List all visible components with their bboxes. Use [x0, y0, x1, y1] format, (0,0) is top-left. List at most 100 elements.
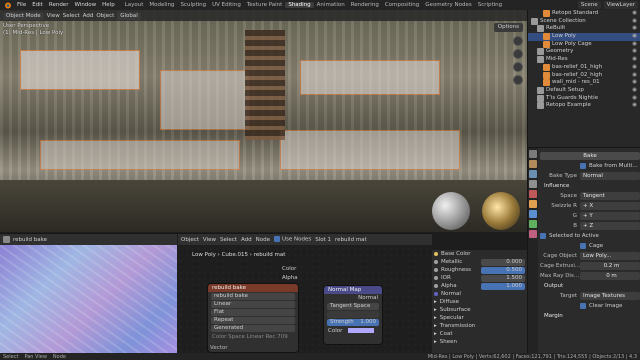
- image-icon[interactable]: [3, 236, 10, 243]
- node-menu-add[interactable]: Add: [241, 237, 252, 243]
- menu-render[interactable]: Render: [46, 2, 72, 8]
- cage-object-field[interactable]: Low Poly...: [580, 252, 640, 260]
- bsdf-input-value[interactable]: 0.000: [481, 258, 525, 266]
- cage-extrusion-field[interactable]: 0.2 m: [580, 262, 640, 270]
- blender-logo-icon[interactable]: [2, 1, 12, 9]
- visibility-eye-icon[interactable]: ◉: [632, 102, 637, 110]
- outliner-row[interactable]: wall_mid - res_01 ◉: [528, 79, 640, 87]
- shader-node-editor[interactable]: Object View Select Add Node Use Nodes Sl…: [178, 233, 432, 353]
- visibility-eye-icon[interactable]: ◉: [632, 72, 637, 80]
- visibility-eye-icon[interactable]: ◉: [632, 18, 637, 26]
- render-tab-icon[interactable]: [529, 160, 537, 168]
- projection-dropdown[interactable]: Flat: [211, 309, 295, 316]
- zoom-icon[interactable]: [513, 36, 523, 46]
- strength-slider[interactable]: Strength 1.000: [327, 319, 379, 326]
- outliner-row[interactable]: T'is Guards Nightie ◉: [528, 94, 640, 103]
- view-layer-selector[interactable]: ViewLayer: [603, 1, 638, 9]
- data-tab-icon[interactable]: [529, 220, 537, 228]
- socket-icon[interactable]: [434, 252, 438, 256]
- viewport-menu-add[interactable]: Add: [83, 13, 94, 19]
- socket-icon[interactable]: [434, 276, 438, 280]
- visibility-eye-icon[interactable]: ◉: [632, 79, 637, 87]
- outliner-row[interactable]: ReBuilt ◉: [528, 25, 640, 33]
- outliner-row[interactable]: bas-relief_02_high ◉: [528, 71, 640, 80]
- use-nodes-checkbox[interactable]: [273, 236, 280, 243]
- uv-map-field[interactable]: [327, 311, 379, 318]
- 3d-viewport[interactable]: Object Mode View Select Add Object Globa…: [0, 10, 527, 232]
- node-menu-node[interactable]: Node: [256, 237, 270, 243]
- image-texture-node[interactable]: rebuild bake rebuild bake Linear Flat Re…: [208, 284, 298, 352]
- bsdf-input-row[interactable]: Base Color: [432, 250, 527, 258]
- pan-hand-icon[interactable]: [513, 49, 523, 59]
- outliner-row[interactable]: Retopo Standard ◉: [528, 10, 640, 18]
- normal-map-node[interactable]: Normal Map Normal Tangent Space Strength…: [324, 286, 382, 344]
- visibility-eye-icon[interactable]: ◉: [632, 41, 637, 49]
- outliner-row[interactable]: Low Poly ◉: [528, 33, 640, 41]
- extension-dropdown[interactable]: Repeat: [211, 317, 295, 324]
- socket-icon[interactable]: [434, 292, 438, 296]
- object-mode-dropdown[interactable]: Object Mode: [3, 11, 44, 20]
- outliner-row[interactable]: Default Setup ◉: [528, 86, 640, 95]
- node-menu-select[interactable]: Select: [220, 237, 237, 243]
- material-tab-icon[interactable]: [529, 230, 537, 238]
- viewport-menu-view[interactable]: View: [47, 13, 60, 19]
- target-dropdown[interactable]: Image Textures: [580, 292, 640, 300]
- workspace-tab-sculpting[interactable]: Sculpting: [177, 2, 209, 8]
- viewport-menu-select[interactable]: Select: [63, 13, 80, 19]
- material-selector[interactable]: rebuild mat: [335, 237, 367, 243]
- scene-selector[interactable]: Scene: [577, 1, 601, 9]
- bsdf-input-value[interactable]: 0.500: [481, 266, 525, 274]
- bake-from-multires-checkbox[interactable]: [580, 163, 586, 169]
- menu-window[interactable]: Window: [71, 2, 99, 8]
- socket-icon[interactable]: [434, 284, 438, 288]
- output-tab-icon[interactable]: [529, 170, 537, 178]
- workspace-tab-compositing[interactable]: Compositing: [382, 2, 422, 8]
- bsdf-subpanel-header[interactable]: ▸ Diffuse: [432, 298, 527, 306]
- visibility-eye-icon[interactable]: ◉: [632, 95, 637, 103]
- visibility-eye-icon[interactable]: ◉: [632, 64, 637, 72]
- max-ray-distance-field[interactable]: 0 m: [580, 272, 640, 280]
- workspace-tab-texture-paint[interactable]: Texture Paint: [244, 2, 286, 8]
- grid-icon[interactable]: [513, 75, 523, 85]
- workspace-tab-scripting[interactable]: Scripting: [475, 2, 505, 8]
- object-tab-icon[interactable]: [529, 200, 537, 208]
- color-space-value[interactable]: Linear Rec.709: [247, 334, 288, 340]
- visibility-eye-icon[interactable]: ◉: [632, 25, 637, 33]
- swizzle-b-dropdown[interactable]: + Z: [580, 222, 640, 230]
- workspace-tab-shading[interactable]: Shading: [285, 2, 314, 8]
- source-dropdown[interactable]: Generated: [211, 325, 295, 332]
- bsdf-subpanel-header[interactable]: ▸ Sheen: [432, 338, 527, 346]
- socket-icon[interactable]: [434, 268, 438, 272]
- image-name-field[interactable]: rebuild bake: [13, 237, 47, 243]
- outliner-row[interactable]: Scene Collection ◉: [528, 17, 640, 26]
- interpolation-dropdown[interactable]: Linear: [211, 301, 295, 308]
- visibility-eye-icon[interactable]: ◉: [632, 56, 637, 64]
- bake-type-dropdown[interactable]: Normal: [580, 172, 640, 180]
- workspace-tab-layout[interactable]: Layout: [122, 2, 147, 8]
- margin-section-header[interactable]: Margin: [540, 313, 563, 319]
- bsdf-subpanel-header[interactable]: ▸ Subsurface: [432, 306, 527, 314]
- visibility-eye-icon[interactable]: ◉: [632, 48, 637, 56]
- bsdf-input-row[interactable]: Metallic 0.000: [432, 258, 527, 266]
- menu-edit[interactable]: Edit: [29, 2, 46, 8]
- color-swatch[interactable]: [348, 328, 375, 333]
- menu-file[interactable]: File: [14, 2, 29, 8]
- visibility-eye-icon[interactable]: ◉: [632, 33, 637, 41]
- workspace-tab-geometry-nodes[interactable]: Geometry Nodes: [422, 2, 474, 8]
- socket-icon[interactable]: [434, 260, 438, 264]
- swizzle-r-dropdown[interactable]: + X: [580, 202, 640, 210]
- bsdf-subpanel-header[interactable]: ▸ Transmission: [432, 322, 527, 330]
- bsdf-input-value[interactable]: 1.500: [481, 274, 525, 282]
- cage-checkbox[interactable]: [580, 243, 586, 249]
- visibility-eye-icon[interactable]: ◉: [632, 87, 637, 95]
- bsdf-input-value[interactable]: 1.000: [481, 282, 525, 290]
- clear-image-checkbox[interactable]: [580, 303, 586, 309]
- outliner-row[interactable]: bas-relief_01_high ◉: [528, 63, 640, 72]
- workspace-tab-animation[interactable]: Animation: [314, 2, 348, 8]
- node-menu-view[interactable]: View: [203, 237, 216, 243]
- camera-icon[interactable]: [513, 62, 523, 72]
- visibility-eye-icon[interactable]: ◉: [632, 10, 637, 18]
- workspace-tab-modeling[interactable]: Modeling: [146, 2, 177, 8]
- viewport-options-button[interactable]: Options: [493, 23, 523, 32]
- bsdf-input-row[interactable]: Roughness 0.500: [432, 266, 527, 274]
